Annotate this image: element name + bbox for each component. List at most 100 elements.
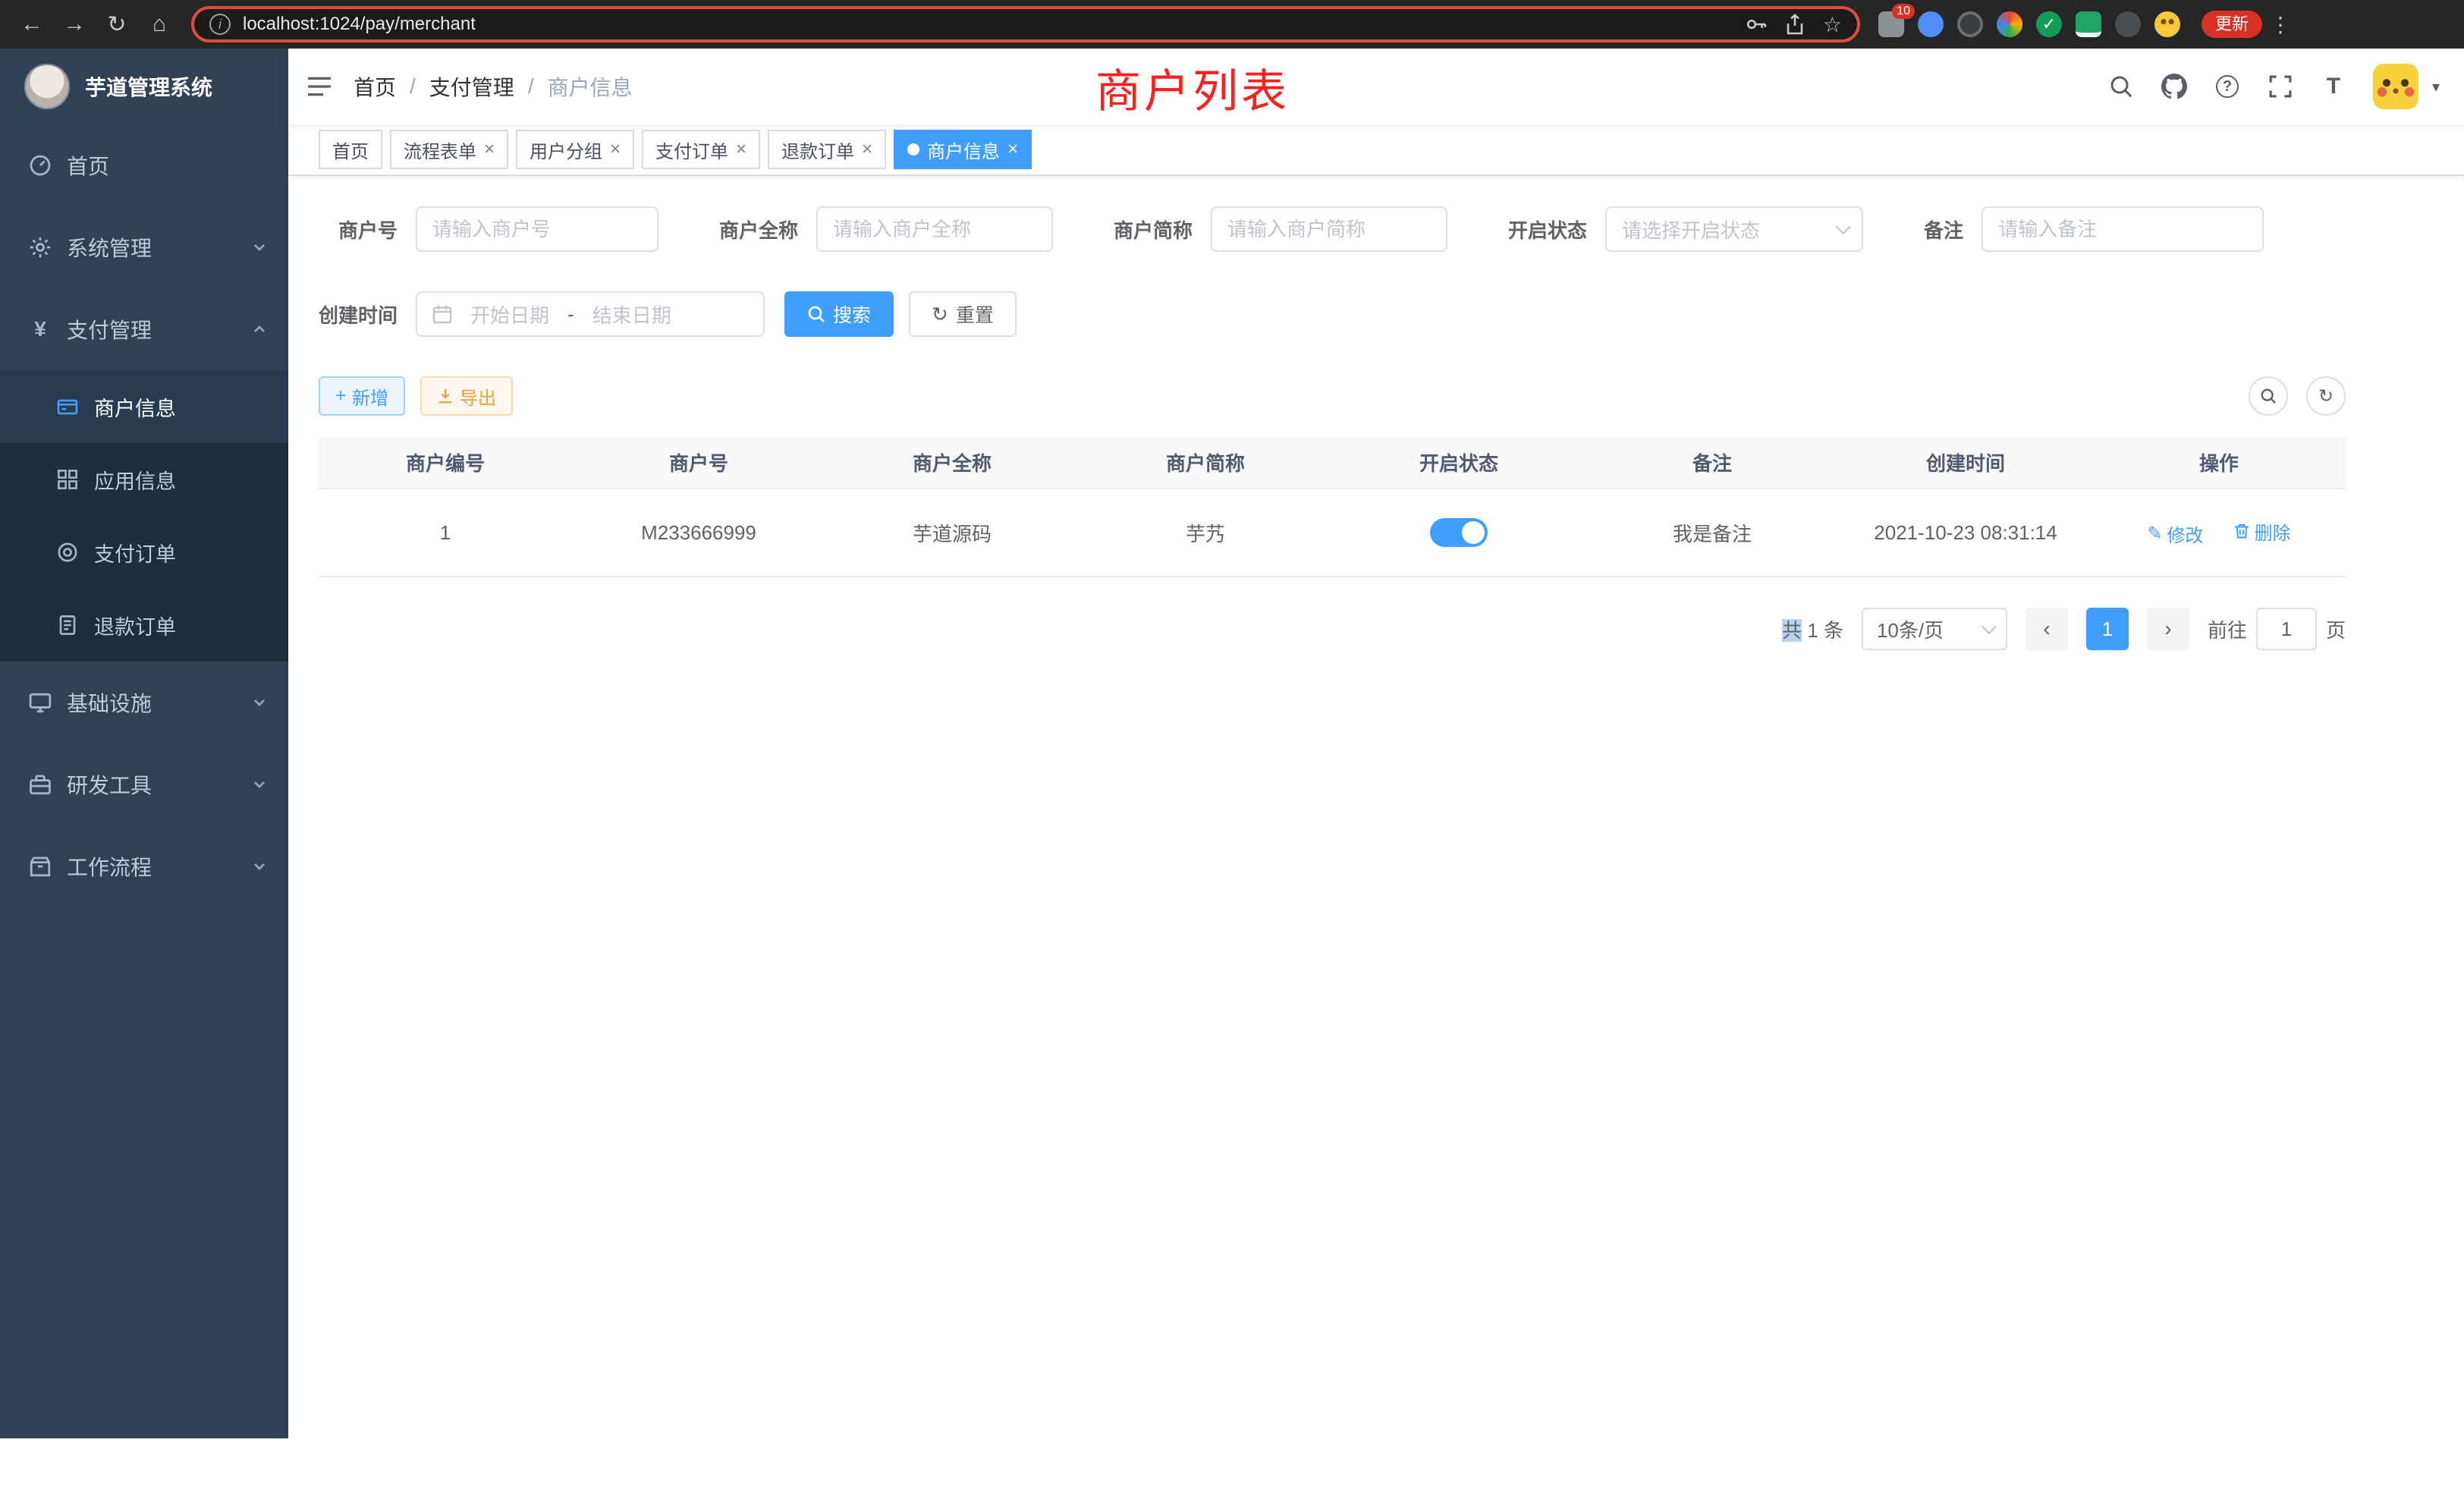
user-avatar[interactable] xyxy=(2373,64,2418,109)
hamburger-icon[interactable] xyxy=(306,75,332,98)
next-page-button[interactable]: › xyxy=(2147,608,2189,650)
tab-home[interactable]: 首页 xyxy=(319,130,382,169)
close-icon[interactable]: × xyxy=(1007,140,1018,159)
pagination-goto: 前往 页 xyxy=(2208,608,2346,650)
cell-create-time: 2021-10-23 08:31:14 xyxy=(1839,489,2092,577)
github-icon[interactable] xyxy=(2161,73,2188,100)
sidebar-item-refund-orders[interactable]: 退款订单 xyxy=(0,589,288,662)
navbar-actions: ? T ▾ xyxy=(2107,64,2440,109)
sidebar-item-dev-tools[interactable]: 研发工具 xyxy=(0,743,288,825)
sidebar-item-infrastructure[interactable]: 基础设施 xyxy=(0,662,288,743)
merchant-no-input[interactable] xyxy=(416,206,658,252)
status-label: 开启状态 xyxy=(1508,215,1587,244)
browser-update-button[interactable]: 更新 xyxy=(2202,11,2262,38)
back-icon[interactable]: ← xyxy=(12,5,52,44)
cell-short-name: 芋艿 xyxy=(1079,489,1332,577)
delete-button[interactable]: 删除 xyxy=(2233,518,2291,545)
col-merchant-no: 商户号 xyxy=(572,437,825,489)
pagination-total: 共 1 条 xyxy=(1782,615,1843,643)
page-content: 商户号 商户全称 商户简称 开启状态 请选择开启状态 xyxy=(288,176,2464,1438)
chevron-down-icon xyxy=(252,695,267,710)
logo[interactable]: 芋道管理系统 xyxy=(0,49,288,124)
breadcrumb-home[interactable]: 首页 xyxy=(354,71,396,102)
page-number-button[interactable]: 1 xyxy=(2086,608,2129,650)
short-name-input[interactable] xyxy=(1211,206,1447,252)
close-icon[interactable]: × xyxy=(862,140,872,159)
extension-puzzle-dark-icon[interactable] xyxy=(2115,11,2141,37)
remark-input[interactable] xyxy=(1982,206,2264,252)
edit-button[interactable]: ✎ 修改 xyxy=(2147,520,2203,547)
close-icon[interactable]: × xyxy=(736,140,746,159)
home-icon[interactable]: ⌂ xyxy=(140,5,179,44)
full-name-input[interactable] xyxy=(816,206,1053,252)
password-key-icon[interactable] xyxy=(1746,14,1767,35)
sidebar-item-merchant-info[interactable]: 商户信息 xyxy=(0,370,288,443)
cell-merchant-id: 1 xyxy=(319,489,572,577)
help-icon[interactable]: ? xyxy=(2214,73,2241,100)
breadcrumb-payment[interactable]: 支付管理 xyxy=(429,71,514,102)
page-size-select[interactable]: 10条/页 xyxy=(1862,608,2007,650)
full-name-label: 商户全称 xyxy=(719,215,798,244)
document-icon xyxy=(56,615,79,636)
extension-notes-icon[interactable] xyxy=(2076,11,2101,37)
font-size-icon[interactable]: T xyxy=(2320,73,2347,100)
col-status: 开启状态 xyxy=(1332,437,1586,489)
search-icon xyxy=(2260,388,2277,404)
sidebar-item-payment[interactable]: ¥ 支付管理 xyxy=(0,288,288,370)
close-icon[interactable]: × xyxy=(484,140,495,159)
reset-button[interactable]: ↻ 重置 xyxy=(909,291,1017,337)
extension-green-check-icon[interactable]: ✓ xyxy=(2036,11,2062,37)
extension-dark-icon[interactable] xyxy=(1957,11,1983,37)
tab-refund-orders[interactable]: 退款订单 × xyxy=(768,130,886,169)
cell-full-name: 芋道源码 xyxy=(825,489,1079,577)
extensions-puzzle-icon[interactable]: 10 xyxy=(1878,11,1904,37)
site-info-icon[interactable]: i xyxy=(209,14,231,35)
extension-blue-icon[interactable] xyxy=(1918,11,1944,37)
refresh-table-button[interactable]: ↻ xyxy=(2306,376,2346,416)
toggle-search-button[interactable] xyxy=(2249,376,2288,416)
sidebar-item-home[interactable]: 首页 xyxy=(0,124,288,206)
breadcrumb: 首页 / 支付管理 / 商户信息 xyxy=(354,71,633,102)
logo-avatar xyxy=(24,64,70,109)
avatar-caret-icon[interactable]: ▾ xyxy=(2432,77,2440,96)
reload-icon[interactable]: ↻ xyxy=(97,5,137,44)
edit-icon: ✎ xyxy=(2147,523,2162,545)
extension-badge: 10 xyxy=(1892,4,1915,19)
tab-merchant-info[interactable]: 商户信息 × xyxy=(894,130,1032,169)
prev-page-button[interactable]: ‹ xyxy=(2026,608,2068,650)
col-full-name: 商户全称 xyxy=(825,437,1079,489)
annotation-merchant-list: 商户列表 xyxy=(1095,55,1290,121)
sidebar-item-system[interactable]: 系统管理 xyxy=(0,206,288,288)
close-icon[interactable]: × xyxy=(610,140,621,159)
toolbox-icon xyxy=(29,773,52,796)
export-button[interactable]: 导出 xyxy=(420,376,513,416)
sidebar-item-app-info[interactable]: 应用信息 xyxy=(0,443,288,516)
sidebar-item-pay-orders[interactable]: 支付订单 xyxy=(0,516,288,589)
tab-pay-orders[interactable]: 支付订单 × xyxy=(642,130,760,169)
bookmark-star-icon[interactable]: ☆ xyxy=(1823,12,1842,37)
trash-icon xyxy=(2233,523,2250,539)
dashboard-icon xyxy=(29,154,52,177)
share-icon[interactable] xyxy=(1785,14,1805,35)
table-row: 1 M233666999 芋道源码 芋艿 我是备注 2021-10-23 08:… xyxy=(319,489,2346,577)
tab-user-group[interactable]: 用户分组 × xyxy=(516,130,634,169)
add-button[interactable]: + 新增 xyxy=(319,376,405,416)
tab-process-form[interactable]: 流程表单 × xyxy=(390,130,508,169)
monitor-icon xyxy=(29,691,52,714)
status-select[interactable]: 请选择开启状态 xyxy=(1605,206,1863,252)
create-time-range-picker[interactable]: 开始日期 - 结束日期 xyxy=(416,291,765,337)
goto-page-input[interactable] xyxy=(2256,608,2317,650)
browser-menu-icon[interactable]: ⋮ xyxy=(2265,12,2296,37)
col-create-time: 创建时间 xyxy=(1839,437,2092,489)
fullscreen-icon[interactable] xyxy=(2267,73,2294,100)
sidebar-item-workflow[interactable]: 工作流程 xyxy=(0,825,288,907)
search-icon[interactable] xyxy=(2107,73,2135,100)
browser-toolbar: ← → ↻ ⌂ i localhost:1024/pay/merchant ☆ … xyxy=(0,0,2464,49)
extension-emoji-icon[interactable] xyxy=(2154,11,2180,37)
search-button[interactable]: 搜索 xyxy=(784,291,894,337)
forward-icon[interactable]: → xyxy=(55,5,94,44)
payment-submenu: 商户信息 应用信息 支付订单 退款订单 xyxy=(0,370,288,662)
extension-colorful-icon[interactable] xyxy=(1997,11,2022,37)
address-bar[interactable]: i localhost:1024/pay/merchant ☆ xyxy=(191,6,1860,42)
status-toggle[interactable] xyxy=(1430,518,1488,547)
